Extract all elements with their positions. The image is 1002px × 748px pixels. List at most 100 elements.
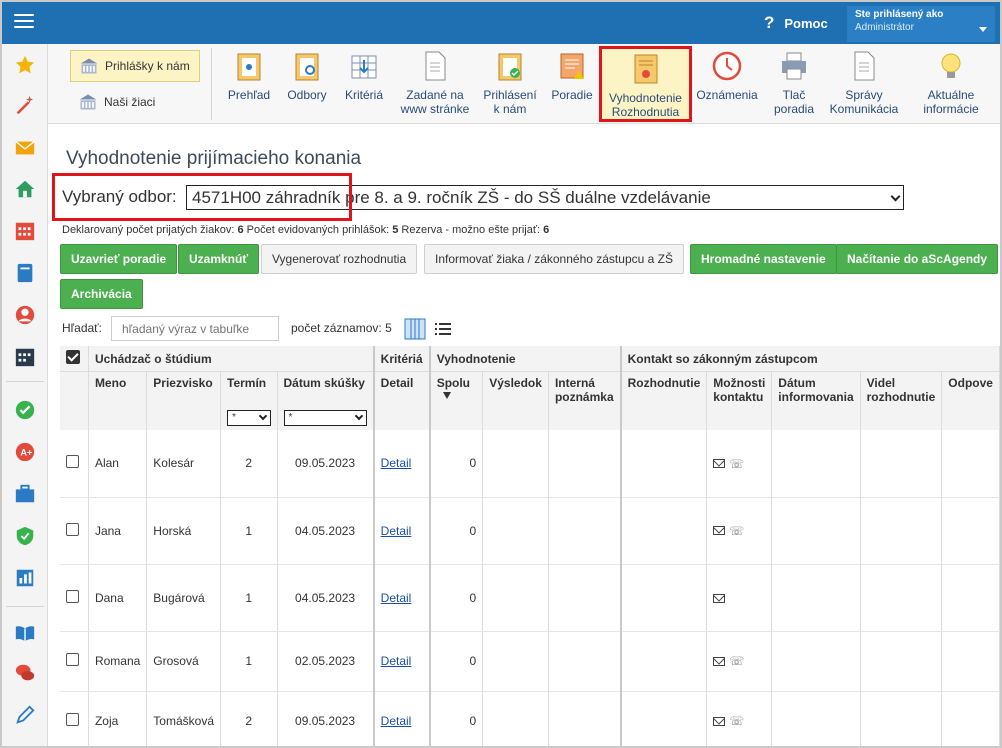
applications-label: Prihlášky k nám (105, 59, 190, 73)
import-ascagenda-button[interactable]: Načítanie do aScAgendy (836, 244, 999, 274)
briefcase-icon[interactable] (14, 483, 36, 505)
detail-link[interactable]: Detail (381, 456, 412, 470)
response-cell (941, 564, 1000, 632)
hamburger-menu-icon[interactable] (14, 14, 34, 30)
col-internal-note[interactable]: Interná poznámka (548, 371, 622, 430)
chart-icon[interactable] (14, 567, 36, 589)
detail-link[interactable]: Detail (381, 591, 412, 605)
tool-current-info[interactable]: Aktuálne informácie (918, 50, 984, 116)
tool-fields[interactable]: Odbory (280, 50, 334, 102)
table-row: Romana Grosová 1 02.05.2023 Detail 0 ☏ (60, 631, 1000, 692)
col-last-name[interactable]: Priezvisko (146, 371, 221, 430)
detail-link[interactable]: Detail (381, 524, 412, 538)
exam-date-filter[interactable]: * (283, 410, 367, 426)
tool-applicants[interactable]: Prihlásení k nám (478, 50, 542, 116)
tool-print-ranking[interactable]: Tlač poradia (766, 50, 822, 116)
clipboard-eye-icon (237, 53, 261, 81)
sort-desc-icon (442, 392, 451, 399)
phone-icon[interactable]: ☏ (729, 524, 744, 538)
module-toolbar: Prihlášky k nám Naši žiaci Prehľad Odbor… (48, 44, 1000, 124)
detail-link[interactable]: Detail (381, 714, 412, 728)
tool-ranking[interactable]: Poradie (546, 50, 598, 102)
col-saw-decision[interactable]: Videl rozhodnutie (860, 371, 943, 430)
term-filter[interactable]: * (227, 410, 271, 426)
our-students-button[interactable]: Naši žiaci (70, 88, 200, 116)
pen-icon[interactable] (14, 704, 36, 726)
phone-icon[interactable]: ☏ (729, 654, 744, 668)
home-icon[interactable] (14, 178, 36, 200)
column-view-icon[interactable] (404, 318, 426, 340)
applications-button[interactable]: Prihlášky k nám (70, 50, 200, 82)
row-checkbox[interactable] (66, 522, 79, 536)
open-book-icon[interactable] (14, 622, 36, 644)
top-bar: ? Pomoc Ste prihlásený ako Administrátor (2, 2, 1000, 44)
generate-decisions-button[interactable]: Vygenerovať rozhodnutia (261, 244, 418, 274)
tool-criteria[interactable]: Kritériá (336, 50, 392, 102)
saw-decision-cell (860, 691, 943, 746)
mail-icon[interactable] (713, 716, 726, 726)
row-checkbox[interactable] (66, 589, 79, 603)
mail-icon[interactable] (713, 656, 726, 666)
phone-icon[interactable]: ☏ (729, 714, 744, 728)
close-order-button[interactable]: Uzavrieť poradie (60, 244, 178, 274)
col-term[interactable]: Termín * (220, 371, 278, 430)
chat-icon[interactable] (14, 662, 36, 684)
result-cell (482, 497, 549, 565)
col-exam-date-label: Dátum skúšky (283, 376, 365, 390)
user-icon[interactable] (14, 304, 36, 326)
col-response[interactable]: Odpove (941, 371, 1000, 430)
user-menu[interactable]: Ste prihlásený ako Administrátor (847, 6, 995, 42)
clipboard-check-icon (498, 53, 522, 81)
ranking-warning-icon (560, 53, 584, 79)
last-name-cell: Kolesár (146, 430, 221, 498)
tool-notices[interactable]: Oznámenia (694, 50, 760, 102)
row-select-cell (60, 691, 89, 746)
list-view-icon[interactable] (432, 318, 454, 340)
mail-icon[interactable] (713, 526, 726, 536)
star-icon[interactable] (14, 54, 36, 76)
mail-icon[interactable] (713, 593, 726, 603)
bulk-settings-button[interactable]: Hromadné nastavenie (690, 244, 837, 274)
col-decision[interactable]: Rozhodnutie (620, 371, 708, 430)
row-select-cell (60, 564, 89, 632)
saw-decision-cell (860, 631, 943, 692)
shield-icon[interactable] (14, 525, 36, 547)
grade-icon[interactable]: A+ (14, 441, 36, 463)
archive-button[interactable]: Archivácia (60, 279, 143, 309)
phone-icon[interactable]: ☏ (729, 457, 744, 471)
chevron-down-icon (890, 191, 901, 202)
row-checkbox[interactable] (66, 653, 79, 666)
mail-icon[interactable] (713, 459, 726, 469)
col-exam-date[interactable]: Dátum skúšky * (277, 371, 375, 430)
col-result[interactable]: Výsledok (482, 371, 549, 430)
col-inform-date[interactable]: Dátum informovania (771, 371, 861, 430)
tool-overview[interactable]: Prehľad (218, 50, 280, 102)
mail-icon[interactable] (14, 137, 36, 159)
tool-messages[interactable]: Správy Komunikácia (828, 50, 900, 116)
col-total[interactable]: Spolu (429, 371, 484, 430)
row-checkbox[interactable] (66, 713, 79, 726)
book-icon[interactable] (14, 262, 36, 284)
calendar-icon[interactable] (14, 220, 36, 242)
lock-button[interactable]: Uzamknúť (178, 244, 260, 274)
row-select-cell (60, 430, 89, 498)
term-cell: 1 (220, 631, 278, 692)
tool-evaluation-decisions[interactable]: Vyhodnotenie Rozhodnutia (599, 46, 692, 122)
tool-label: Tlač poradia (773, 88, 815, 116)
select-all-checkbox[interactable] (66, 350, 80, 364)
total-cell: 0 (429, 497, 484, 565)
detail-link[interactable]: Detail (381, 654, 412, 668)
col-first-name[interactable]: Meno (88, 371, 148, 430)
help-icon: ? (764, 13, 775, 32)
col-detail[interactable]: Detail (373, 371, 431, 430)
col-contact-options[interactable]: Možnosti kontaktu (706, 371, 773, 430)
search-input[interactable] (111, 316, 279, 341)
first-name-cell: Dana (88, 564, 148, 632)
schedule-icon[interactable] (14, 346, 36, 368)
row-checkbox[interactable] (66, 455, 79, 469)
help-button[interactable]: ? Pomoc (764, 13, 828, 33)
tool-published-web[interactable]: Zadané na www stránke (396, 50, 474, 116)
magic-wand-icon[interactable] (14, 94, 36, 116)
inform-button[interactable]: Informovať žiaka / zákonného zástupcu a … (424, 244, 684, 274)
check-icon[interactable] (14, 399, 36, 421)
